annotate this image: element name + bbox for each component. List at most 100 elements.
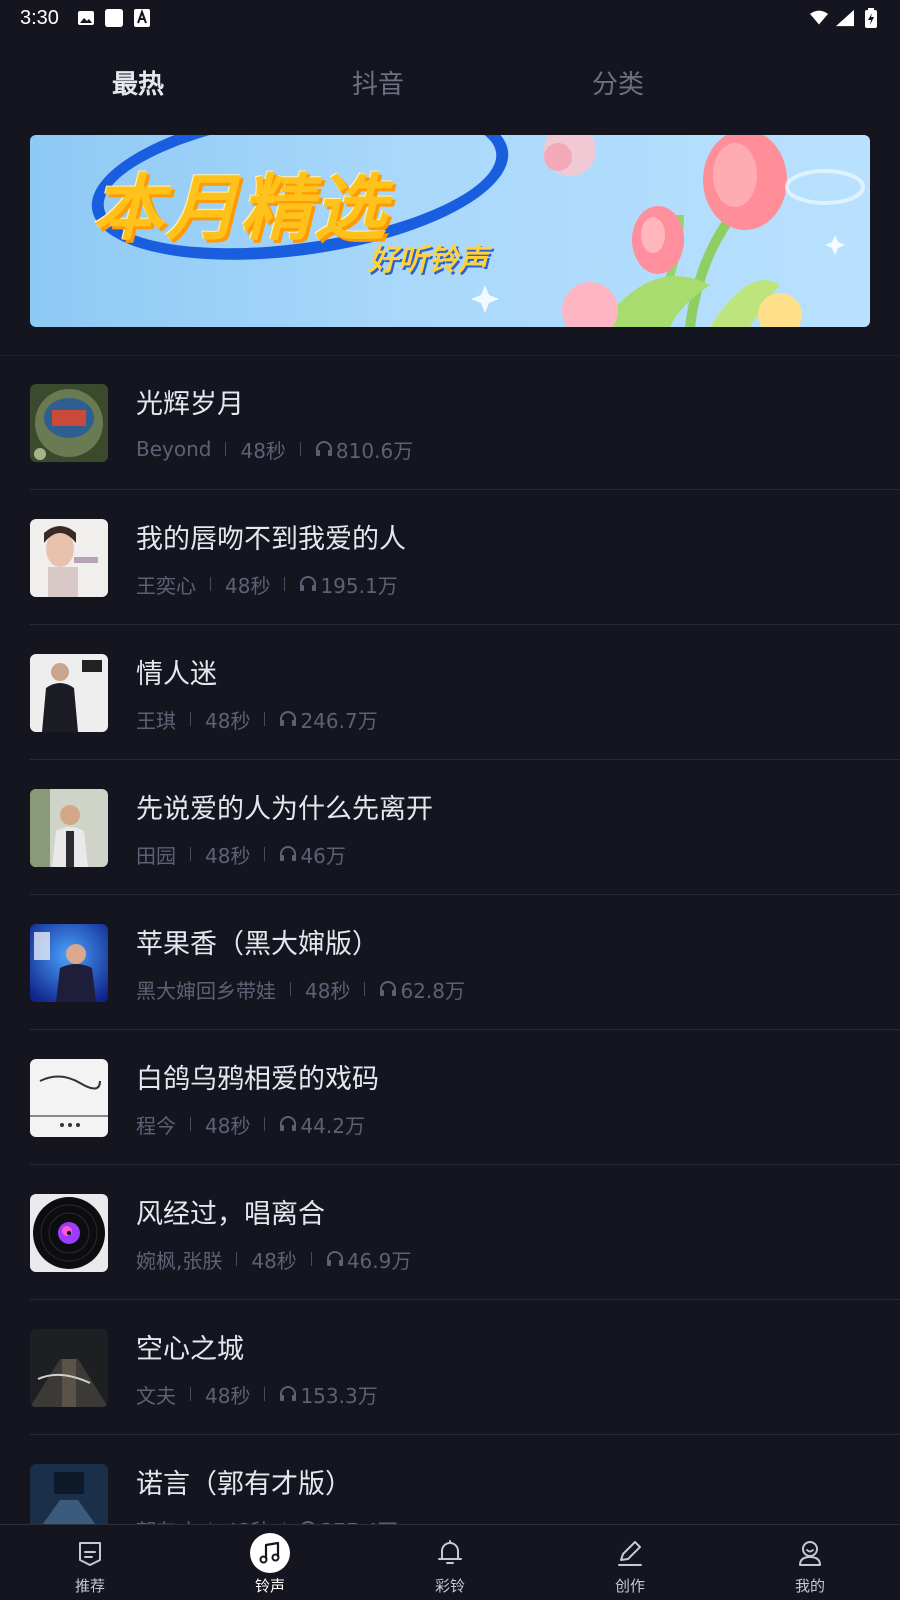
song-title: 我的唇吻不到我爱的人 [136,523,406,555]
divider [236,1252,238,1266]
song-title: 诺言（郭有才版） [136,1468,352,1500]
status-system-icons [810,8,880,28]
pen-icon [610,1533,650,1573]
banner-subtitle: 好听铃声 [368,243,488,278]
song-title: 白鸽乌鸦相爱的戏码 [136,1063,379,1095]
song-artist: 文夫 [136,1383,176,1408]
song-duration: 48秒 [205,843,251,868]
song-title: 苹果香（黑大婶版） [136,928,379,960]
status-time: 3:30 [20,6,59,29]
divider [264,847,266,861]
divider [225,442,227,456]
headphones-icon [315,441,332,456]
song-artist: 程今 [136,1113,176,1138]
play-count: 62.8万 [400,978,465,1003]
divider [190,1117,191,1131]
music-note-icon [250,1533,290,1573]
square-icon [104,9,123,27]
list-item[interactable]: 苹果香（黑大婶版） 黑大婶回乡带娃 48秒 62.8万 [0,895,900,1030]
headphones-icon [300,576,317,591]
headphones-icon [280,711,297,726]
play-count: 153.3万 [300,1383,378,1408]
list-item[interactable]: 情人迷 王琪 48秒 246.7万 [0,625,900,760]
list-item[interactable]: 光辉岁月 Beyond 48秒 810.6万 [0,355,900,490]
divider [210,577,211,591]
divider [310,1252,312,1266]
nav-label: 铃声 [254,1577,285,1595]
status-bar: 3:30 [0,0,900,36]
tab-categories[interactable]: 分类 [592,64,644,101]
play-count: 44.2万 [300,1113,365,1138]
promo-banner[interactable]: 本月精选 好听铃声 [30,135,870,327]
song-duration: 48秒 [251,1248,297,1273]
headphones-icon [280,846,297,861]
song-duration: 48秒 [205,708,251,733]
headphones-icon [280,1116,297,1131]
profile-icon [790,1533,830,1573]
list-item[interactable]: 先说爱的人为什么先离开 田园 48秒 46万 [0,760,900,895]
bottom-navigation: 推荐 铃声 彩铃 创作 我的 [0,1524,900,1600]
song-duration: 48秒 [305,978,351,1003]
play-count: 46万 [300,843,346,868]
recommend-icon [70,1533,110,1573]
banner-title: 本月精选 [92,166,389,250]
divider [190,712,191,726]
song-artist: 婉枫,张朕 [136,1248,223,1273]
nav-profile[interactable]: 我的 [720,1525,900,1600]
list-item[interactable]: 白鸽乌鸦相爱的戏码 程今 48秒 44.2万 [0,1030,900,1165]
song-artist: 王琪 [136,708,176,733]
song-title: 光辉岁月 [136,388,244,420]
status-notification-icons [77,9,151,27]
divider [190,847,191,861]
tulip-illustration [471,135,865,327]
list-item[interactable]: 风经过，唱离合 婉枫,张朕 48秒 46.9万 [0,1165,900,1300]
album-cover [30,653,108,732]
song-artist: 王奕心 [136,573,196,598]
song-title: 风经过，唱离合 [136,1198,325,1230]
tab-hottest[interactable]: 最热 [112,64,164,101]
divider [264,712,266,726]
gallery-icon [77,9,95,27]
divider [264,1117,266,1131]
list-item[interactable]: 空心之城 文夫 48秒 153.3万 [0,1300,900,1435]
bell-icon [430,1533,470,1573]
headphones-icon [326,1251,343,1266]
song-title: 空心之城 [136,1333,244,1365]
nav-label: 创作 [614,1577,645,1595]
list-item[interactable]: 我的唇吻不到我爱的人 王奕心 48秒 195.1万 [0,490,900,625]
divider [299,442,301,456]
nav-recommend[interactable]: 推荐 [0,1525,180,1600]
category-tabs: 最热 抖音 分类 [0,56,900,106]
song-duration: 48秒 [205,1383,251,1408]
album-cover [30,383,108,462]
nav-label: 推荐 [74,1577,105,1595]
divider [284,577,286,591]
play-count: 246.7万 [300,708,378,733]
song-title: 先说爱的人为什么先离开 [136,793,433,825]
play-count: 810.6万 [335,438,414,463]
divider [190,1387,191,1401]
play-count: 195.1万 [320,573,398,598]
headphones-icon [380,981,397,996]
app-a-icon [133,9,151,27]
nav-ringtones[interactable]: 铃声 [180,1525,360,1600]
divider [364,982,366,996]
nav-label: 彩铃 [434,1577,465,1595]
album-cover [30,518,108,597]
song-title: 情人迷 [136,658,217,690]
ringtone-list: 光辉岁月 Beyond 48秒 810.6万 我的唇吻不到我爱的人 王奕心 48… [0,355,900,1570]
song-duration: 48秒 [225,573,271,598]
song-duration: 48秒 [205,1113,251,1138]
song-duration: 48秒 [240,438,286,463]
album-cover [30,1058,108,1137]
wifi-icon [810,9,828,27]
signal-icon [836,9,854,27]
nav-color-ring[interactable]: 彩铃 [360,1525,540,1600]
tab-douyin[interactable]: 抖音 [352,64,404,101]
battery-icon [862,8,880,28]
nav-create[interactable]: 创作 [540,1525,720,1600]
headphones-icon [280,1386,297,1401]
song-artist: Beyond [136,437,212,461]
nav-label: 我的 [794,1577,825,1595]
album-cover [30,923,108,1002]
